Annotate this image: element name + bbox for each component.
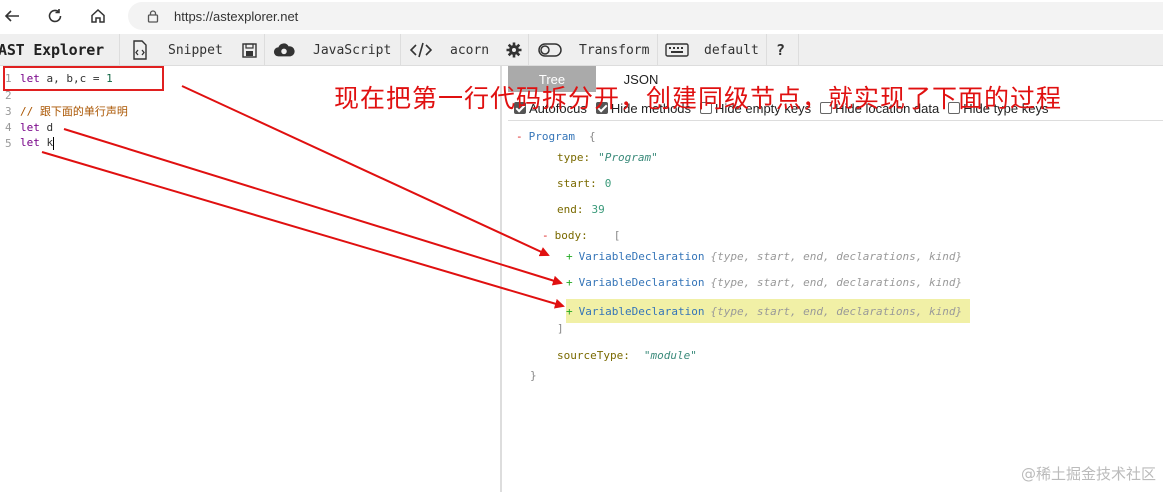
keymap-selector[interactable]: default — [704, 34, 759, 66]
text-cursor — [53, 136, 55, 150]
refresh-icon — [48, 9, 62, 23]
node-summary: {type, start, end, declarations, kind} — [710, 249, 963, 263]
back-button[interactable] — [0, 4, 24, 28]
save-icon[interactable] — [238, 34, 260, 66]
code-text: k — [39, 136, 54, 150]
keyword: let — [20, 136, 40, 150]
tree-close-bracket: ] — [557, 319, 564, 337]
line-number: 4 — [5, 120, 12, 134]
prop-value: 39 — [591, 202, 605, 216]
tree-prop-type: type: "Program" — [557, 148, 658, 166]
gear-icon[interactable] — [503, 34, 525, 66]
prop-key: body: — [554, 228, 588, 242]
collapse-toggle[interactable]: - — [542, 229, 549, 242]
prop-value: 0 — [604, 176, 612, 190]
node-name: VariableDeclaration — [578, 249, 705, 263]
home-icon — [91, 8, 105, 23]
node-summary: {type, start, end, declarations, kind} — [710, 304, 963, 318]
annotation-text: 现在把第一行代码拆分开，创建同级节点，就实现了下面的过程 — [334, 84, 1063, 113]
tree-node-variable-declaration[interactable]: + VariableDeclaration {type, start, end,… — [566, 273, 962, 291]
refresh-button[interactable] — [43, 4, 67, 28]
code-line-5[interactable]: 5 let k — [0, 135, 55, 151]
node-name: VariableDeclaration — [578, 275, 705, 289]
prop-value: "Program" — [598, 150, 658, 164]
lock-icon — [144, 7, 162, 25]
code-line-3[interactable]: 3 // 跟下面的单行声明 — [0, 103, 128, 119]
node-name: Program — [528, 129, 575, 143]
tree-prop-end: end: 39 — [557, 200, 605, 218]
bracket: ] — [557, 321, 564, 335]
back-arrow-icon — [4, 10, 19, 22]
code-comment: // 跟下面的单行声明 — [20, 105, 128, 118]
url-text: https://astexplorer.net — [174, 8, 299, 24]
brace: } — [530, 368, 537, 382]
snippet-icon[interactable] — [129, 34, 151, 66]
prop-key: start: — [557, 176, 597, 190]
tree-node-variable-declaration-highlighted[interactable]: + VariableDeclaration {type, start, end,… — [566, 299, 971, 323]
tree-node-program[interactable]: - Program { — [516, 127, 596, 145]
app-title: AST Explorer — [0, 41, 104, 59]
browser-bar: https://astexplorer.net — [0, 0, 1163, 34]
cloud-icon[interactable] — [273, 34, 295, 66]
node-summary: {type, start, end, declarations, kind} — [710, 275, 963, 289]
node-name: VariableDeclaration — [578, 304, 705, 318]
expand-toggle[interactable]: + — [566, 276, 573, 289]
prop-key: type: — [557, 150, 591, 164]
line-number: 5 — [5, 136, 12, 150]
expand-toggle[interactable]: + — [566, 305, 573, 318]
prop-value: "module" — [643, 348, 697, 362]
highlight-box — [3, 66, 164, 91]
prop-key: sourceType: — [557, 348, 630, 362]
parser-selector[interactable]: acorn — [450, 34, 489, 66]
tree-close-brace: } — [530, 366, 537, 384]
keyword: let — [20, 120, 40, 134]
keyboard-icon[interactable] — [664, 34, 690, 66]
tree-node-variable-declaration[interactable]: + VariableDeclaration {type, start, end,… — [566, 247, 962, 265]
address-bar[interactable]: https://astexplorer.net — [128, 2, 1163, 30]
snippet-button[interactable]: Snippet — [168, 34, 223, 66]
line-number: 3 — [5, 104, 12, 118]
prop-key: end: — [557, 202, 584, 216]
transform-button[interactable]: Transform — [579, 34, 649, 66]
language-selector[interactable]: JavaScript — [313, 34, 391, 66]
bracket: [ — [613, 228, 621, 242]
app-toolbar: AST Explorer Snippet JavaScript acorn Tr… — [0, 34, 1163, 66]
code-text: d — [39, 120, 54, 134]
help-button[interactable]: ? — [776, 34, 785, 66]
expand-toggle[interactable]: + — [566, 250, 573, 263]
collapse-toggle[interactable]: - — [516, 130, 523, 143]
home-button[interactable] — [86, 4, 110, 28]
tree-prop-body[interactable]: - body: [ — [542, 226, 620, 244]
code-editor[interactable]: 1 let a, b,c = 1 2 3 // 跟下面的单行声明 4 let d… — [0, 66, 502, 492]
tree-prop-source-type: sourceType: "module" — [557, 346, 697, 364]
tree-prop-start: start: 0 — [557, 174, 611, 192]
toggle-icon[interactable] — [537, 34, 563, 66]
brace: { — [588, 129, 596, 143]
code-line-4[interactable]: 4 let d — [0, 119, 53, 135]
watermark: @稀土掘金技术社区 — [1020, 465, 1156, 483]
code-icon[interactable] — [410, 34, 432, 66]
